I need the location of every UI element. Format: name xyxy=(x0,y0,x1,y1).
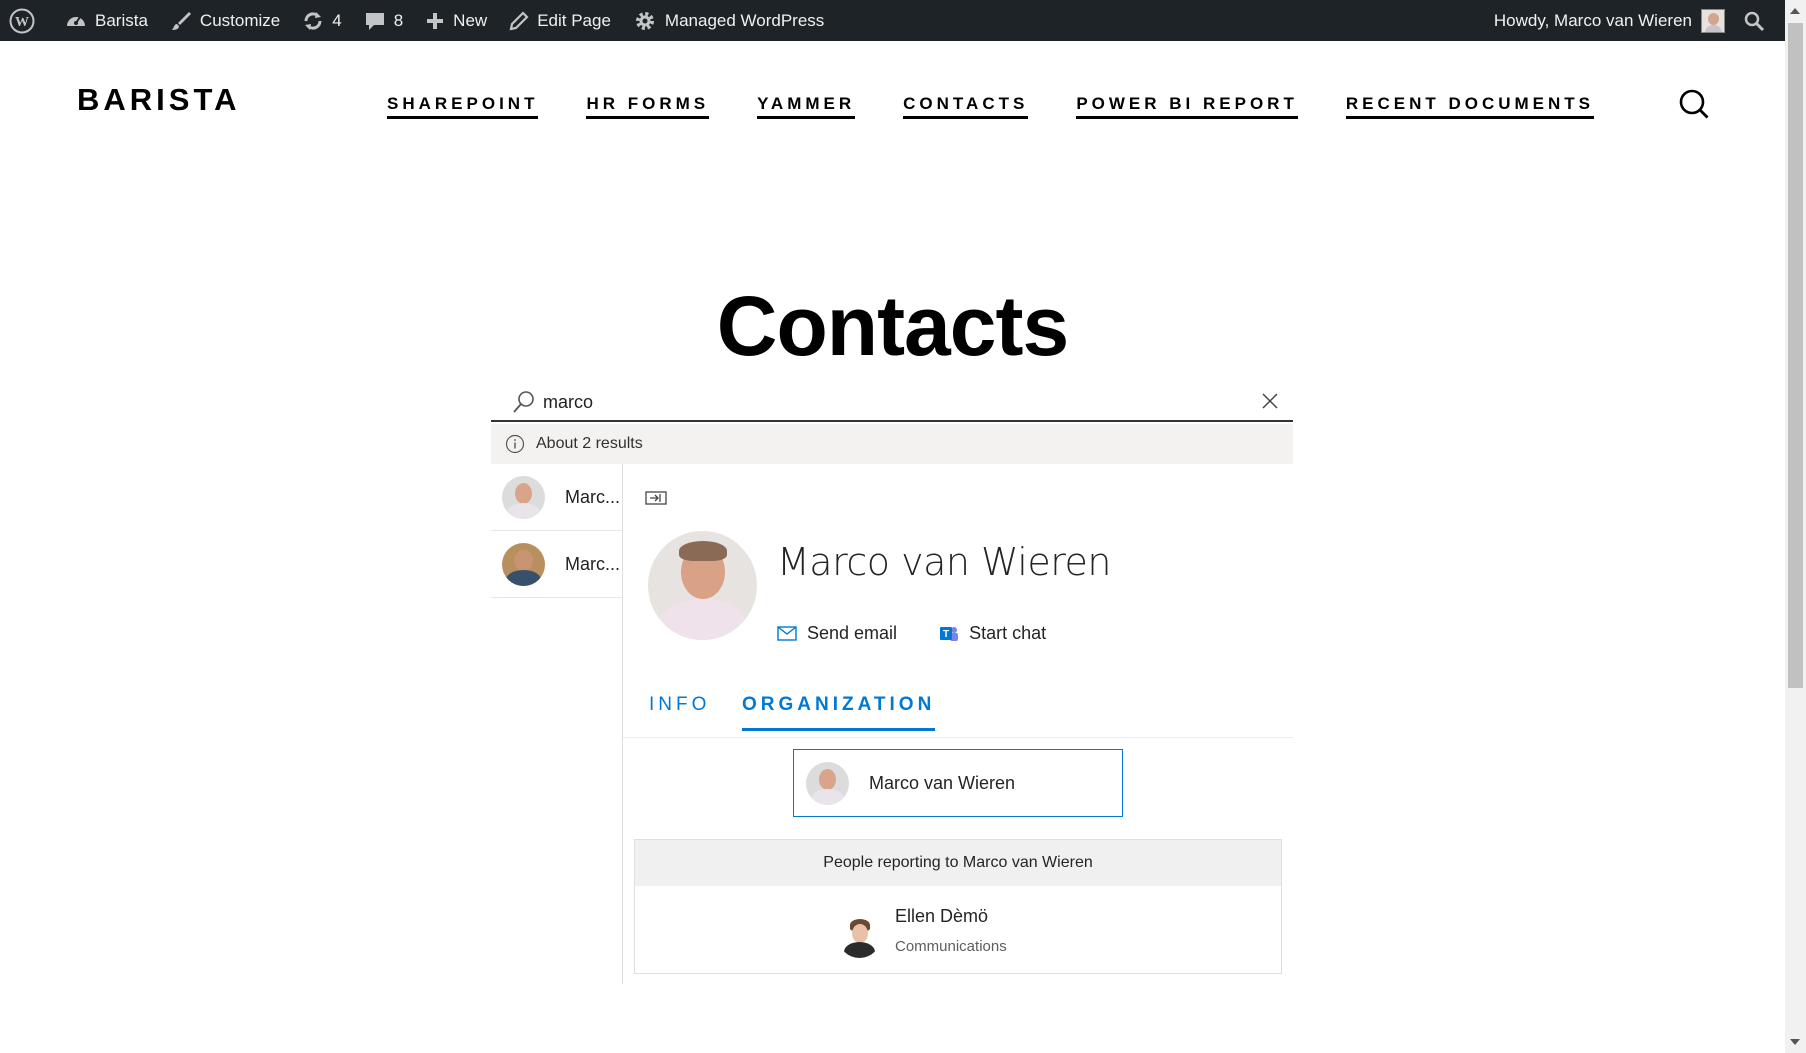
direct-report-item[interactable]: Ellen Dèmö Communications xyxy=(838,906,1007,958)
person-actions: Send email T Start chat xyxy=(777,623,1088,644)
avatar xyxy=(806,761,849,805)
comments-count: 8 xyxy=(393,10,404,30)
people-search-input[interactable] xyxy=(543,389,1223,415)
nav-item-hr-forms[interactable]: HR FORMS xyxy=(586,94,710,119)
my-account-link[interactable]: Howdy, Marco van Wieren xyxy=(1483,0,1733,41)
pencil-icon xyxy=(509,10,529,30)
people-results-list: Marc... Marc... xyxy=(491,464,622,598)
result-count-text: About 2 results xyxy=(536,435,643,452)
admin-bar-secondary: Howdy, Marco van Wieren xyxy=(1483,0,1785,41)
avatar xyxy=(502,475,545,519)
avatar xyxy=(838,915,881,958)
list-item[interactable]: Marc... xyxy=(491,531,622,598)
people-search-box xyxy=(491,383,1293,422)
managed-wordpress-link[interactable]: Managed WordPress xyxy=(622,0,835,41)
nav-item-recent-documents[interactable]: RECENT DOCUMENTS xyxy=(1345,94,1595,119)
search-icon xyxy=(1679,89,1709,119)
person-name: Marco van Wieren xyxy=(777,540,1111,584)
org-person-name: Marco van Wieren xyxy=(869,772,1016,793)
plus-icon xyxy=(427,12,444,29)
info-icon xyxy=(505,434,525,454)
detail-tabs: INFO ORGANIZATION xyxy=(623,694,1293,738)
dashboard-icon xyxy=(67,15,85,26)
report-name: Ellen Dèmö xyxy=(895,906,989,926)
new-content-link[interactable]: New xyxy=(414,0,498,41)
wordpress-logo-icon[interactable]: W xyxy=(0,0,54,41)
comment-icon xyxy=(365,12,384,30)
admin-search-button[interactable] xyxy=(1733,0,1785,41)
close-icon[interactable] xyxy=(1260,391,1280,411)
scrollbar-thumb[interactable] xyxy=(1788,23,1803,688)
new-label: New xyxy=(453,10,488,30)
account-avatar xyxy=(1701,8,1725,33)
person-photo xyxy=(648,531,757,640)
gear-icon xyxy=(635,11,654,30)
site-search-button[interactable] xyxy=(1679,89,1709,119)
nav-item-yammer[interactable]: YAMMER xyxy=(757,94,856,119)
avatar xyxy=(502,542,545,586)
updates-icon xyxy=(304,11,322,30)
result-name: Marc... xyxy=(565,553,621,574)
customize-link[interactable]: Customize xyxy=(159,0,291,41)
edit-page-link[interactable]: Edit Page xyxy=(498,0,622,41)
page-scrollbar[interactable] xyxy=(1785,0,1806,1053)
wp-admin-bar: W Barista Customize 4 8 New Edit Page Ma… xyxy=(0,0,1785,41)
result-name: Marc... xyxy=(565,486,621,507)
nav-item-contacts[interactable]: CONTACTS xyxy=(903,94,1029,119)
comments-link[interactable]: 8 xyxy=(353,0,414,41)
direct-reports-header: People reporting to Marco van Wieren xyxy=(635,840,1281,886)
site-title[interactable]: BARISTA xyxy=(77,82,240,118)
send-email-button[interactable]: Send email xyxy=(777,623,897,644)
svg-text:T: T xyxy=(943,629,949,640)
customize-label: Customize xyxy=(199,10,281,30)
result-count-bar: About 2 results xyxy=(491,424,1293,464)
start-chat-button[interactable]: T Start chat xyxy=(939,623,1046,644)
list-item[interactable]: Marc... xyxy=(491,464,622,531)
tab-info[interactable]: INFO xyxy=(649,694,710,728)
svg-text:W: W xyxy=(15,15,29,30)
report-department: Communications xyxy=(895,938,1007,955)
primary-nav: SHAREPOINT HR FORMS YAMMER CONTACTS POWE… xyxy=(387,94,1595,119)
managed-label: Managed WordPress xyxy=(664,10,825,30)
updates-count: 4 xyxy=(332,10,342,30)
search-icon xyxy=(1744,11,1765,31)
howdy-label: Howdy, Marco van Wieren xyxy=(1493,10,1692,30)
site-name-link[interactable]: Barista xyxy=(54,0,159,41)
page-title: Contacts xyxy=(716,279,1069,373)
scroll-down-arrow-icon[interactable] xyxy=(1790,1039,1800,1045)
org-person-card[interactable]: Marco van Wieren xyxy=(793,749,1123,817)
tab-organization[interactable]: ORGANIZATION xyxy=(742,694,936,731)
teams-icon: T xyxy=(940,626,959,641)
brush-icon xyxy=(171,11,191,30)
direct-reports-section: People reporting to Marco van Wieren Ell… xyxy=(634,839,1282,974)
site-name-label: Barista xyxy=(95,10,148,30)
collapse-panel-icon[interactable] xyxy=(645,490,667,506)
search-icon xyxy=(513,391,534,413)
edit-page-label: Edit Page xyxy=(537,10,611,30)
updates-link[interactable]: 4 xyxy=(291,0,352,41)
nav-item-power-bi-report[interactable]: POWER BI REPORT xyxy=(1076,94,1298,119)
send-email-label: Send email xyxy=(807,623,898,643)
mail-icon xyxy=(777,626,797,641)
scroll-up-arrow-icon[interactable] xyxy=(1790,8,1800,14)
start-chat-label: Start chat xyxy=(969,623,1047,643)
nav-item-sharepoint[interactable]: SHAREPOINT xyxy=(387,94,539,119)
